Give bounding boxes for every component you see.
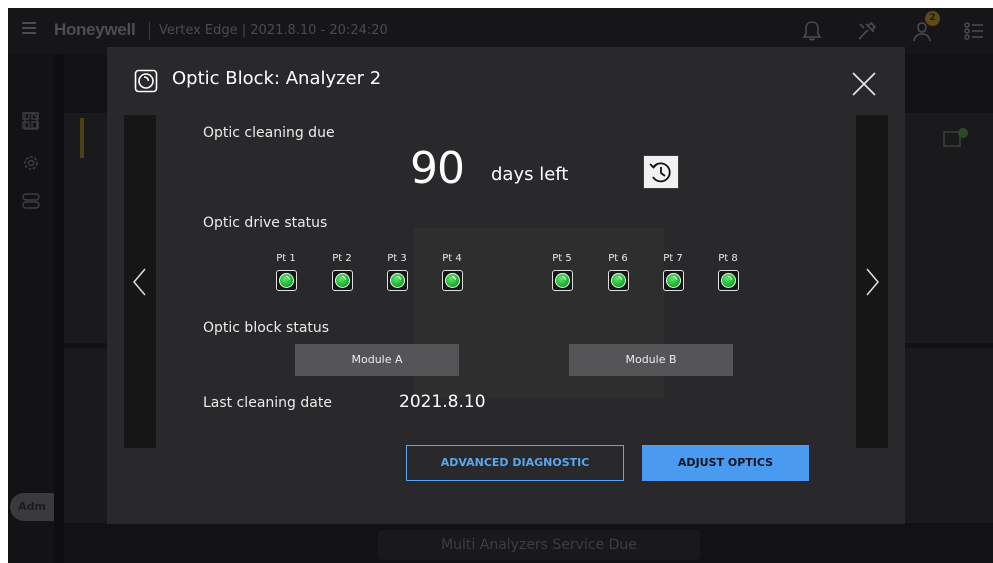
app-title: Vertex Edge | 2021.8.10 - 20:24:20 — [159, 23, 388, 38]
status-ok-icon — [663, 270, 684, 291]
brand-logo: Honeywell — [54, 20, 136, 39]
point-status: Pt 5 — [542, 253, 582, 291]
point-status: Pt 4 — [432, 253, 472, 291]
point-status: Pt 6 — [598, 253, 638, 291]
analyzer-status-icon — [943, 128, 968, 147]
sidebar — [8, 54, 54, 563]
next-button[interactable] — [856, 115, 888, 448]
module-b-button[interactable]: Module B — [569, 344, 733, 376]
status-ok-icon — [552, 270, 573, 291]
tools-icon[interactable] — [856, 20, 878, 42]
point-status: Pt 1 — [266, 253, 306, 291]
bell-icon[interactable] — [801, 20, 823, 42]
point-label: Pt 1 — [276, 253, 296, 264]
adjust-optics-button[interactable]: ADJUST OPTICS — [642, 445, 809, 481]
dialog-title: Optic Block: Analyzer 2 — [172, 68, 382, 89]
reset-timer-button[interactable] — [643, 155, 679, 189]
point-status: Pt 8 — [708, 253, 748, 291]
point-status: Pt 7 — [653, 253, 693, 291]
status-ok-icon — [276, 270, 297, 291]
days-left-value: 90 — [410, 143, 465, 194]
point-label: Pt 7 — [663, 253, 683, 264]
point-label: Pt 5 — [552, 253, 572, 264]
divider — [149, 22, 150, 40]
document-icon[interactable] — [22, 112, 40, 130]
last-cleaning-date: 2021.8.10 — [399, 392, 486, 412]
hamburger-icon[interactable] — [22, 22, 36, 36]
cleaning-due-label: Optic cleaning due — [203, 125, 335, 141]
chevron-left-icon — [133, 268, 146, 296]
status-ok-icon — [387, 270, 408, 291]
point-label: Pt 6 — [608, 253, 628, 264]
chevron-right-icon — [866, 268, 879, 296]
status-ok-icon — [442, 270, 463, 291]
status-ok-icon — [332, 270, 353, 291]
notification-badge: 2 — [925, 11, 940, 26]
point-label: Pt 8 — [718, 253, 738, 264]
days-left-unit: days left — [491, 164, 569, 185]
optic-block-dialog: Optic Block: Analyzer 2 Optic cleaning d… — [107, 47, 905, 524]
status-ok-icon — [608, 270, 629, 291]
close-icon[interactable] — [849, 69, 879, 99]
optic-block-icon — [134, 69, 158, 93]
toggle-icon[interactable] — [22, 192, 40, 210]
service-banner-label: Multi Analyzers Service Due — [441, 537, 637, 553]
drive-status-label: Optic drive status — [203, 215, 328, 231]
previous-button[interactable] — [124, 115, 156, 448]
history-icon — [649, 162, 671, 183]
point-status: Pt 3 — [377, 253, 417, 291]
point-label: Pt 4 — [442, 253, 462, 264]
point-label: Pt 3 — [387, 253, 407, 264]
list-icon[interactable] — [963, 20, 985, 42]
point-status: Pt 2 — [322, 253, 362, 291]
point-label: Pt 2 — [332, 253, 352, 264]
last-cleaning-label: Last cleaning date — [203, 395, 332, 411]
screen: Honeywell Vertex Edge | 2021.8.10 - 20:2… — [8, 8, 993, 563]
block-status-label: Optic block status — [203, 320, 330, 336]
advanced-diagnostic-button[interactable]: ADVANCED DIAGNOSTIC — [406, 445, 624, 481]
module-a-button[interactable]: Module A — [295, 344, 459, 376]
gear-icon[interactable] — [22, 154, 40, 172]
status-ok-icon — [718, 270, 739, 291]
avatar[interactable]: Adm — [10, 493, 54, 521]
status-stripe — [80, 118, 84, 158]
